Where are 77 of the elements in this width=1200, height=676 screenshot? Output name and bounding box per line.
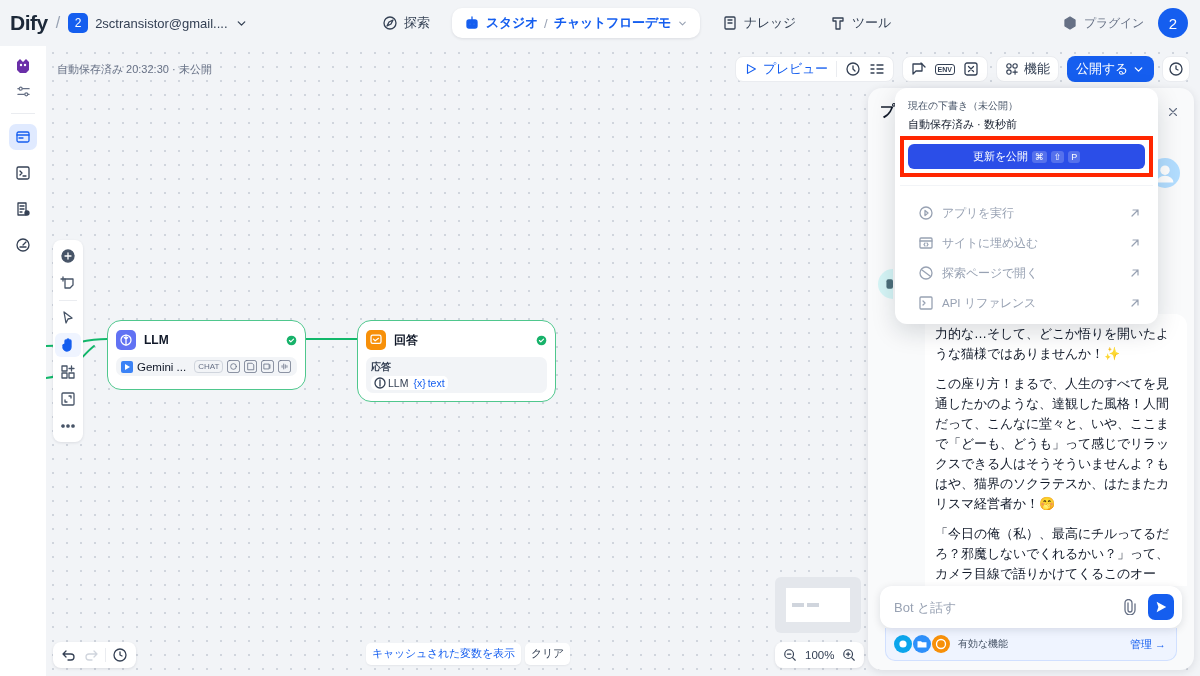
message-paragraph: 「今日の俺（私）、最高にチルってるだろ？邪魔しないでくれるかい？」って、カメラ目線で語りかけてくるこのオー xyxy=(935,525,1170,583)
chat-input-field[interactable]: Bot と話す xyxy=(892,598,1112,616)
external-link-icon xyxy=(1129,207,1141,219)
clock-icon[interactable] xyxy=(844,61,861,77)
nav-tab[interactable]: スタジオ / チャットフローデモ xyxy=(452,8,700,38)
gauge-icon xyxy=(15,237,31,253)
quote-icon xyxy=(932,635,950,653)
publish-update-button[interactable]: 更新を公開 ⌘ ⇧ P xyxy=(908,144,1145,169)
document-icon xyxy=(244,360,258,373)
audio-icon xyxy=(278,360,292,373)
text-tool-icon xyxy=(829,15,846,31)
send-icon xyxy=(1154,600,1168,614)
node-title: LLM xyxy=(144,333,170,347)
send-button[interactable] xyxy=(1148,594,1174,620)
external-link-icon xyxy=(1129,297,1141,309)
mode-tag: CHAT xyxy=(194,360,224,373)
zoom-level[interactable]: 100% xyxy=(805,649,835,661)
features-icon xyxy=(1005,62,1019,76)
nav-tab[interactable]: 探索 xyxy=(370,8,442,38)
embed-icon xyxy=(918,235,934,251)
zoom-out-button[interactable] xyxy=(783,648,797,662)
zoom-in-button[interactable] xyxy=(842,648,857,662)
checklist-icon[interactable] xyxy=(868,61,885,77)
attach-icon[interactable] xyxy=(1122,599,1138,615)
draft-status: 現在の下書き（未公開） xyxy=(908,99,1019,113)
field-label: 応答 xyxy=(371,360,392,374)
cube-icon xyxy=(1062,15,1078,31)
nav-tab[interactable]: ナレッジ xyxy=(709,8,808,38)
manage-link[interactable]: 管理 → xyxy=(1129,636,1166,652)
external-link-icon xyxy=(1129,237,1141,249)
autosave-status: 自動保存済み 20:32:30 · 未公開 xyxy=(57,61,212,77)
history-button[interactable] xyxy=(112,647,128,663)
nav-tab[interactable]: ツール xyxy=(817,8,903,38)
panel-title: プ xyxy=(880,102,895,121)
edge xyxy=(305,338,358,340)
message-icon xyxy=(366,330,386,350)
chat-variable-icon[interactable] xyxy=(910,61,927,77)
answer-node[interactable]: 回答 応答 LLM {x} text xyxy=(357,320,556,402)
workspace-selector[interactable]: 2 2sctransistor@gmail.... xyxy=(68,13,248,33)
document-icon xyxy=(15,201,31,217)
chat-input[interactable]: Bot と話す xyxy=(880,586,1182,628)
history-icon xyxy=(1168,61,1184,77)
window-icon xyxy=(15,129,31,145)
robot-icon xyxy=(464,15,480,31)
publish-button[interactable]: 公開する xyxy=(1067,56,1154,82)
model-icon xyxy=(121,360,133,373)
model-selector[interactable]: Gemini ... CHAT xyxy=(116,357,297,376)
book-icon xyxy=(721,15,738,31)
grid-plus-icon xyxy=(60,364,76,380)
logo[interactable]: Dify xyxy=(10,11,48,35)
folder-icon xyxy=(913,635,931,653)
vision-icon xyxy=(227,360,241,373)
plugins-button[interactable]: プラグイン xyxy=(1062,14,1144,32)
fit-view-icon xyxy=(60,391,76,407)
show-cached-variables-button[interactable]: キャッシュされた変数を表示 xyxy=(366,643,521,665)
breadcrumb-separator: / xyxy=(55,14,61,32)
message-paragraph: この座り方！まるで、人生のすべてを見通したかのような、達観した風格！人間だって、こんなに堂々と、いや、ここまで「どーも、どうも」って感じでリラックスできる人はそうそういませんよ？もはや、猫界のソクラテスか、はたまたカリスマ経営者か！🤭 xyxy=(935,375,1170,513)
user-avatar[interactable]: 2 xyxy=(1158,8,1188,38)
variable-icon[interactable] xyxy=(963,61,979,77)
external-link-icon xyxy=(1129,267,1141,279)
chat-bubble-icon xyxy=(894,635,912,653)
settings-icon[interactable] xyxy=(15,84,31,99)
tool-button[interactable] xyxy=(55,333,81,357)
video-icon xyxy=(261,360,275,373)
add-note-icon xyxy=(60,275,76,291)
clear-button[interactable]: クリア xyxy=(525,643,570,665)
node-title: 回答 xyxy=(394,331,419,349)
play-icon xyxy=(918,205,934,221)
add-icon xyxy=(60,248,76,264)
features-label: 有効な機能 xyxy=(958,637,1008,651)
variable-chip: LLM {x} text xyxy=(371,376,448,390)
autosave-status: 自動保存済み · 数秒前 xyxy=(908,117,1018,132)
features-button[interactable]: 機能 xyxy=(996,56,1059,82)
terminal-icon xyxy=(15,165,31,181)
terminal-icon xyxy=(918,295,934,311)
message-paragraph: 力的な…そして、どこか悟りを開いたような猫様ではありませんか！✨ xyxy=(935,325,1170,363)
llm-node[interactable]: LLM Gemini ... CHAT xyxy=(107,320,306,390)
